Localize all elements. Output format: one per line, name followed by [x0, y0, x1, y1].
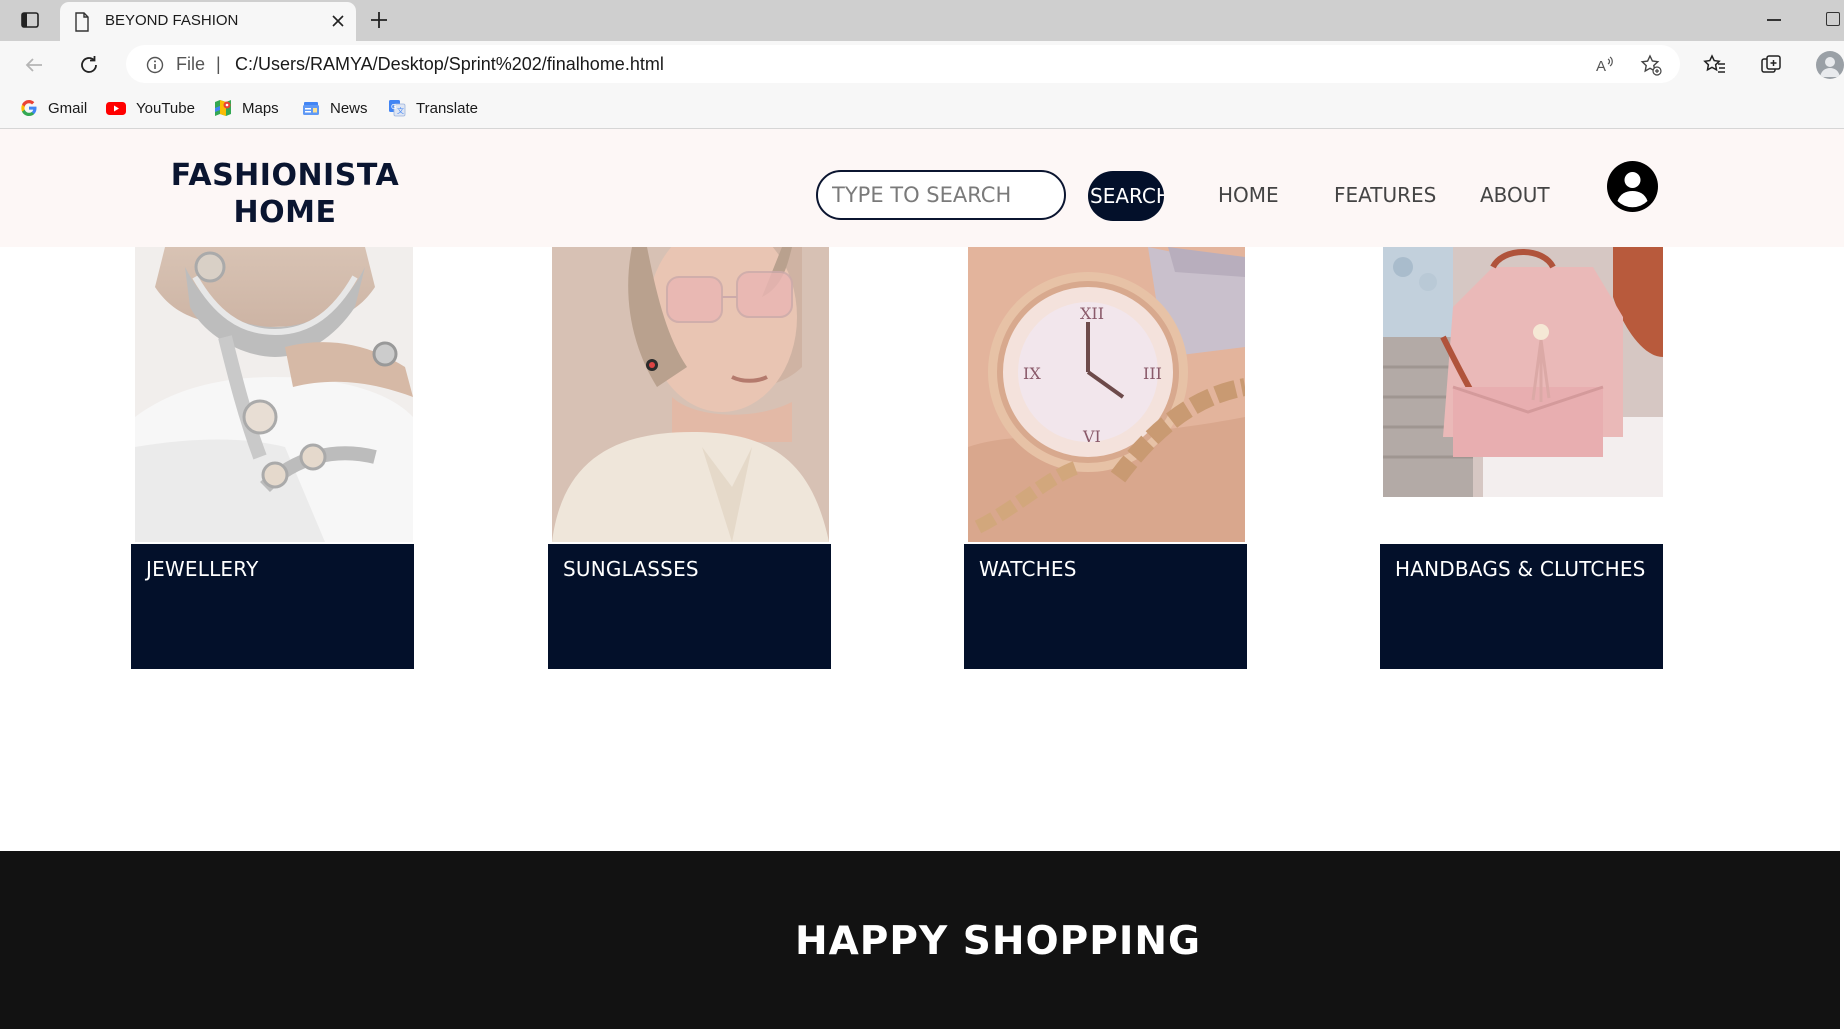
bookmark-gmail[interactable]: Gmail [20, 97, 87, 119]
jewellery-image [135, 247, 413, 542]
category-card-handbags[interactable]: HANDBAGS & CLUTCHES [1380, 544, 1663, 669]
refresh-icon[interactable] [77, 53, 101, 77]
bookmark-youtube[interactable]: YouTube [106, 97, 195, 119]
svg-text:VI: VI [1082, 427, 1101, 446]
page-icon [75, 12, 89, 32]
news-icon [303, 102, 319, 115]
jewellery-photo[interactable] [135, 247, 413, 542]
watch-photo[interactable]: XII III VI IX [968, 247, 1245, 542]
footer-title: HAPPY SHOPPING [794, 919, 1202, 964]
bookmarks-bar: Gmail YouTube Maps News G 文 Translate [0, 87, 1844, 129]
tab-strip: BEYOND FASHION [0, 0, 1844, 41]
svg-text:III: III [1143, 364, 1162, 383]
footer: HAPPY SHOPPING [0, 851, 1840, 1029]
sunglasses-photo[interactable] [552, 247, 829, 542]
category-card-watches[interactable]: WATCHES [964, 544, 1247, 669]
bookmark-translate[interactable]: G 文 Translate [388, 97, 478, 119]
brand-line-2: HOME [233, 195, 337, 230]
bookmark-label: News [330, 99, 368, 117]
site-header: FASHIONISTA HOME SEARCH HOME FEATURES AB… [0, 129, 1844, 247]
info-icon[interactable] [146, 56, 164, 74]
read-aloud-icon[interactable]: A [1594, 54, 1616, 76]
close-tab-icon[interactable] [330, 13, 346, 29]
scheme-label: File [176, 54, 206, 74]
svg-text:A: A [1596, 58, 1606, 75]
translate-icon: G 文 [389, 100, 406, 117]
nav-home[interactable]: HOME [1218, 183, 1279, 207]
handbag-image [1383, 247, 1663, 497]
nav-features[interactable]: FEATURES [1334, 183, 1436, 207]
svg-text:IX: IX [1023, 364, 1041, 383]
svg-text:文: 文 [397, 106, 404, 115]
profile-avatar[interactable] [1816, 51, 1844, 79]
svg-text:XII: XII [1080, 304, 1104, 323]
bookmark-label: YouTube [136, 99, 195, 117]
sunglasses-image [552, 247, 829, 542]
address-toolbar: File | C:/Users/RAMYA/Desktop/Sprint%202… [0, 41, 1844, 87]
category-card-sunglasses[interactable]: SUNGLASSES [548, 544, 831, 669]
add-favorite-icon[interactable] [1640, 54, 1662, 76]
minimize-window-icon[interactable] [1767, 19, 1781, 21]
youtube-icon [106, 102, 126, 115]
google-icon [21, 100, 37, 116]
watch-image: XII III VI IX [968, 247, 1245, 542]
back-icon[interactable] [22, 53, 46, 77]
user-circle-icon[interactable] [1607, 161, 1658, 212]
handbag-photo[interactable] [1383, 247, 1663, 497]
category-card-jewellery[interactable]: JEWELLERY [131, 544, 414, 669]
search-button[interactable]: SEARCH [1088, 171, 1164, 221]
search-input[interactable] [816, 170, 1066, 220]
address-separator: | [216, 54, 221, 74]
tab-actions-icon[interactable] [20, 10, 40, 30]
avatar-icon [1820, 57, 1840, 77]
restore-window-icon[interactable] [1826, 12, 1840, 26]
bookmark-label: Gmail [48, 99, 88, 117]
bookmark-maps[interactable]: Maps [214, 97, 279, 119]
category-label: SUNGLASSES [563, 557, 699, 581]
category-label: WATCHES [979, 557, 1077, 581]
bookmark-label: Translate [416, 99, 478, 117]
category-label: JEWELLERY [146, 557, 259, 581]
address-bar[interactable]: File | C:/Users/RAMYA/Desktop/Sprint%202… [126, 45, 1680, 83]
svg-text:G: G [391, 103, 396, 111]
nav-about[interactable]: ABOUT [1480, 183, 1550, 207]
bookmark-label: Maps [242, 99, 279, 117]
url-text[interactable]: C:/Users/RAMYA/Desktop/Sprint%202/finalh… [235, 54, 664, 75]
brand-line-1: FASHIONISTA [170, 158, 400, 193]
active-tab[interactable]: BEYOND FASHION [60, 2, 356, 41]
tab-title: BEYOND FASHION [105, 12, 239, 29]
site-logo[interactable]: FASHIONISTA HOME [170, 157, 400, 231]
favorites-icon[interactable] [1703, 53, 1727, 77]
bookmark-news[interactable]: News [302, 97, 368, 119]
collections-icon[interactable] [1759, 53, 1783, 77]
maps-icon [215, 100, 231, 116]
category-label: HANDBAGS & CLUTCHES [1395, 557, 1646, 581]
new-tab-icon[interactable] [367, 8, 391, 32]
